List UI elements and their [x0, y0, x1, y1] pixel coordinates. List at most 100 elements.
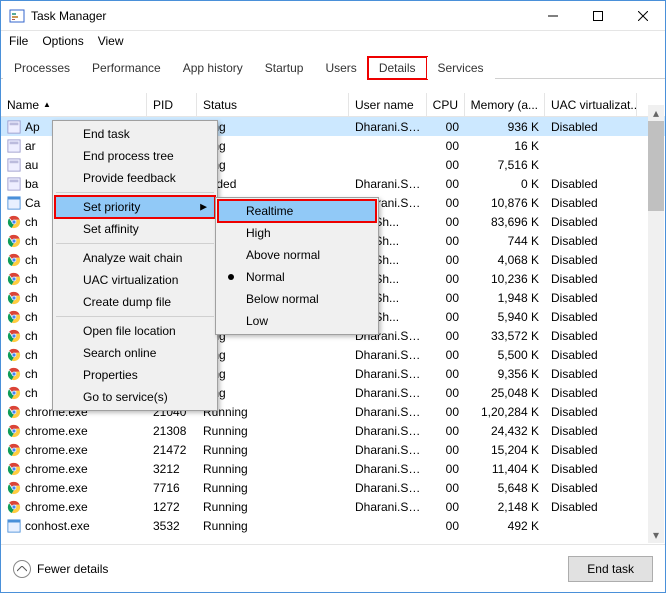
- cell-uac: Disabled: [545, 348, 637, 362]
- menu-item-create-dump-file[interactable]: Create dump file: [55, 291, 215, 313]
- cell-name: chrome.exe: [1, 462, 147, 476]
- cell-pid: 21472: [147, 443, 197, 457]
- tab-processes[interactable]: Processes: [3, 57, 81, 79]
- scroll-down-button[interactable]: ▾: [648, 527, 664, 543]
- menu-file[interactable]: File: [9, 34, 28, 48]
- menu-item-end-process-tree[interactable]: End process tree: [55, 145, 215, 167]
- menu-item-go-to-service-s-[interactable]: Go to service(s): [55, 386, 215, 408]
- cell-user: Dharani.Sh...: [349, 462, 427, 476]
- process-icon: [7, 424, 21, 438]
- cell-cpu: 00: [427, 386, 465, 400]
- header-pid[interactable]: PID: [147, 93, 197, 116]
- menu-item-provide-feedback[interactable]: Provide feedback: [55, 167, 215, 189]
- menu-item-properties[interactable]: Properties: [55, 364, 215, 386]
- cell-uac: Disabled: [545, 196, 637, 210]
- scroll-up-button[interactable]: ▴: [648, 105, 664, 121]
- cell-status: Running: [197, 481, 349, 495]
- priority-submenu[interactable]: RealtimeHighAbove normalNormalBelow norm…: [215, 197, 379, 335]
- menu-item-set-affinity[interactable]: Set affinity: [55, 218, 215, 240]
- process-row[interactable]: chrome.exe7716RunningDharani.Sh...005,64…: [1, 478, 665, 497]
- tab-startup[interactable]: Startup: [254, 57, 315, 79]
- menu-view[interactable]: View: [98, 34, 124, 48]
- tab-details[interactable]: Details: [368, 57, 427, 79]
- cell-memory: 33,572 K: [465, 329, 545, 343]
- header-name[interactable]: Name▲: [1, 93, 147, 116]
- menu-item-set-priority[interactable]: Set priority▶: [55, 196, 215, 218]
- process-icon: [7, 120, 21, 134]
- fewer-details-button[interactable]: Fewer details: [13, 560, 108, 578]
- tab-performance[interactable]: Performance: [81, 57, 172, 79]
- cell-cpu: 00: [427, 291, 465, 305]
- process-icon: [7, 253, 21, 267]
- priority-normal[interactable]: Normal: [218, 266, 376, 288]
- process-row[interactable]: chrome.exe21472RunningDharani.Sh...0015,…: [1, 440, 665, 459]
- tab-app-history[interactable]: App history: [172, 57, 254, 79]
- tab-users[interactable]: Users: [314, 57, 367, 79]
- cell-uac: Disabled: [545, 481, 637, 495]
- menu-separator: [56, 243, 214, 244]
- cell-memory: 11,404 K: [465, 462, 545, 476]
- header-user[interactable]: User name: [349, 93, 427, 116]
- scroll-thumb[interactable]: [648, 121, 664, 211]
- priority-above-normal[interactable]: Above normal: [218, 244, 376, 266]
- priority-high[interactable]: High: [218, 222, 376, 244]
- cell-status: ning: [197, 386, 349, 400]
- close-button[interactable]: [620, 1, 665, 30]
- process-icon: [7, 329, 21, 343]
- process-row[interactable]: chrome.exe3212RunningDharani.Sh...0011,4…: [1, 459, 665, 478]
- process-row[interactable]: conhost.exe3532Running00492 K: [1, 516, 665, 535]
- cell-uac: Disabled: [545, 272, 637, 286]
- cell-status: ning: [197, 158, 349, 172]
- cell-uac: Disabled: [545, 424, 637, 438]
- cell-uac: Disabled: [545, 291, 637, 305]
- sort-asc-icon: ▲: [43, 100, 51, 109]
- priority-realtime[interactable]: Realtime: [218, 200, 376, 222]
- header-status[interactable]: Status: [197, 93, 349, 116]
- cell-status: ended: [197, 177, 349, 191]
- header-uac[interactable]: UAC virtualizat...: [545, 93, 637, 116]
- menu-item-uac-virtualization[interactable]: UAC virtualization: [55, 269, 215, 291]
- minimize-button[interactable]: [530, 1, 575, 30]
- cell-memory: 10,236 K: [465, 272, 545, 286]
- cell-cpu: 00: [427, 443, 465, 457]
- column-headers: Name▲ PID Status User name CPU Memory (a…: [1, 93, 665, 117]
- process-icon: [7, 215, 21, 229]
- vertical-scrollbar[interactable]: ▴ ▾: [648, 105, 664, 543]
- process-row[interactable]: CSFalconContainer.e16128Running0091,812 …: [1, 535, 665, 537]
- priority-below-normal[interactable]: Below normal: [218, 288, 376, 310]
- process-icon: [7, 481, 21, 495]
- process-row[interactable]: chrome.exe1272RunningDharani.Sh...002,14…: [1, 497, 665, 516]
- window-title: Task Manager: [31, 9, 530, 23]
- header-cpu[interactable]: CPU: [427, 93, 465, 116]
- cell-user: Dharani.Sh...: [349, 424, 427, 438]
- menu-item-search-online[interactable]: Search online: [55, 342, 215, 364]
- cell-memory: 16 K: [465, 139, 545, 153]
- priority-low[interactable]: Low: [218, 310, 376, 332]
- process-row[interactable]: chrome.exe21308RunningDharani.Sh...0024,…: [1, 421, 665, 440]
- cell-name: chrome.exe: [1, 443, 147, 457]
- cell-user: Dharani.Sh...: [349, 443, 427, 457]
- end-task-button[interactable]: End task: [568, 556, 653, 582]
- menu-item-end-task[interactable]: End task: [55, 123, 215, 145]
- cell-cpu: 00: [427, 519, 465, 533]
- header-memory[interactable]: Memory (a...: [465, 93, 545, 116]
- maximize-button[interactable]: [575, 1, 620, 30]
- cell-memory: 1,948 K: [465, 291, 545, 305]
- cell-status: Running: [197, 424, 349, 438]
- menu-item-open-file-location[interactable]: Open file location: [55, 320, 215, 342]
- context-menu[interactable]: End taskEnd process treeProvide feedback…: [52, 120, 218, 411]
- cell-cpu: 00: [427, 253, 465, 267]
- cell-cpu: 00: [427, 405, 465, 419]
- cell-pid: 1272: [147, 500, 197, 514]
- menu-options[interactable]: Options: [42, 34, 83, 48]
- menu-item-analyze-wait-chain[interactable]: Analyze wait chain: [55, 247, 215, 269]
- cell-status: Running: [197, 500, 349, 514]
- tab-services[interactable]: Services: [427, 57, 495, 79]
- task-manager-window: Task Manager File Options View Processes…: [0, 0, 666, 593]
- process-icon: [7, 367, 21, 381]
- cell-uac: Disabled: [545, 462, 637, 476]
- process-icon: [7, 272, 21, 286]
- process-icon: [7, 177, 21, 191]
- cell-memory: 744 K: [465, 234, 545, 248]
- cell-pid: 3532: [147, 519, 197, 533]
